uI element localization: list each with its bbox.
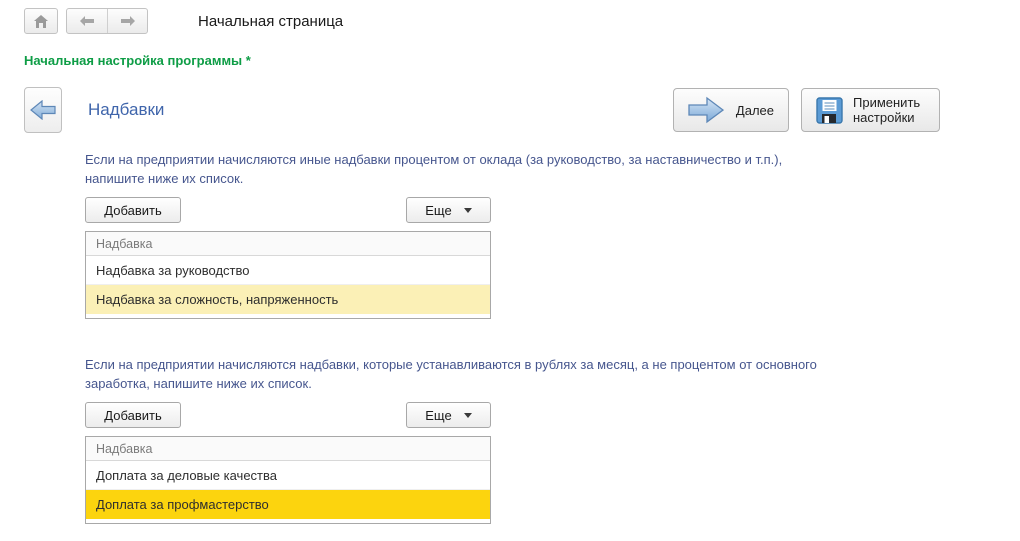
section-description: Если на предприятии начисляются надбавки… [85, 355, 1020, 393]
wizard-title: Начальная настройка программы * [24, 53, 1020, 68]
more-menu-label: Еще [425, 408, 451, 423]
percent-allowances-section: Если на предприятии начисляются иные над… [85, 150, 1020, 319]
apply-settings-label: Применить настройки [853, 95, 925, 125]
right-arrow-icon [119, 15, 137, 27]
table-row[interactable]: Надбавка за руководство [86, 256, 490, 285]
next-button[interactable]: Далее [673, 88, 789, 132]
more-menu-button[interactable]: Еще [406, 402, 491, 428]
table-row[interactable]: Доплата за деловые качества [86, 461, 490, 490]
wizard-back-button[interactable] [24, 87, 62, 133]
allowances-table: Надбавка Доплата за деловые качества Доп… [85, 436, 491, 524]
section-description: Если на предприятии начисляются иные над… [85, 150, 1020, 188]
forward-button[interactable] [107, 9, 147, 33]
more-menu-button[interactable]: Еще [406, 197, 491, 223]
history-nav-group [66, 8, 148, 34]
top-toolbar: Начальная страница [0, 0, 1020, 34]
floppy-save-icon [816, 97, 843, 124]
allowances-table: Надбавка Надбавка за руководство Надбавк… [85, 231, 491, 319]
page-title: Начальная страница [198, 13, 343, 30]
apply-settings-button[interactable]: Применить настройки [801, 88, 940, 132]
step-header: Надбавки Далее [0, 87, 1020, 133]
big-left-block-arrow-icon [30, 100, 56, 120]
table-column-header: Надбавка [86, 232, 490, 256]
add-allowance-button[interactable]: Добавить [85, 197, 181, 223]
big-right-block-arrow-icon [688, 96, 724, 124]
add-allowance-button[interactable]: Добавить [85, 402, 181, 428]
more-menu-label: Еще [425, 203, 451, 218]
home-button[interactable] [24, 8, 58, 34]
fixed-amount-allowances-section: Если на предприятии начисляются надбавки… [85, 355, 1020, 524]
dropdown-arrow-icon [464, 208, 472, 213]
left-arrow-icon [78, 15, 96, 27]
table-column-header: Надбавка [86, 437, 490, 461]
back-button[interactable] [67, 9, 107, 33]
house-icon [33, 14, 49, 29]
step-title: Надбавки [88, 100, 164, 120]
next-button-label: Далее [736, 103, 774, 118]
dropdown-arrow-icon [464, 413, 472, 418]
table-row-selected[interactable]: Доплата за профмастерство [86, 490, 490, 519]
table-row-selected[interactable]: Надбавка за сложность, напряженность [86, 285, 490, 314]
